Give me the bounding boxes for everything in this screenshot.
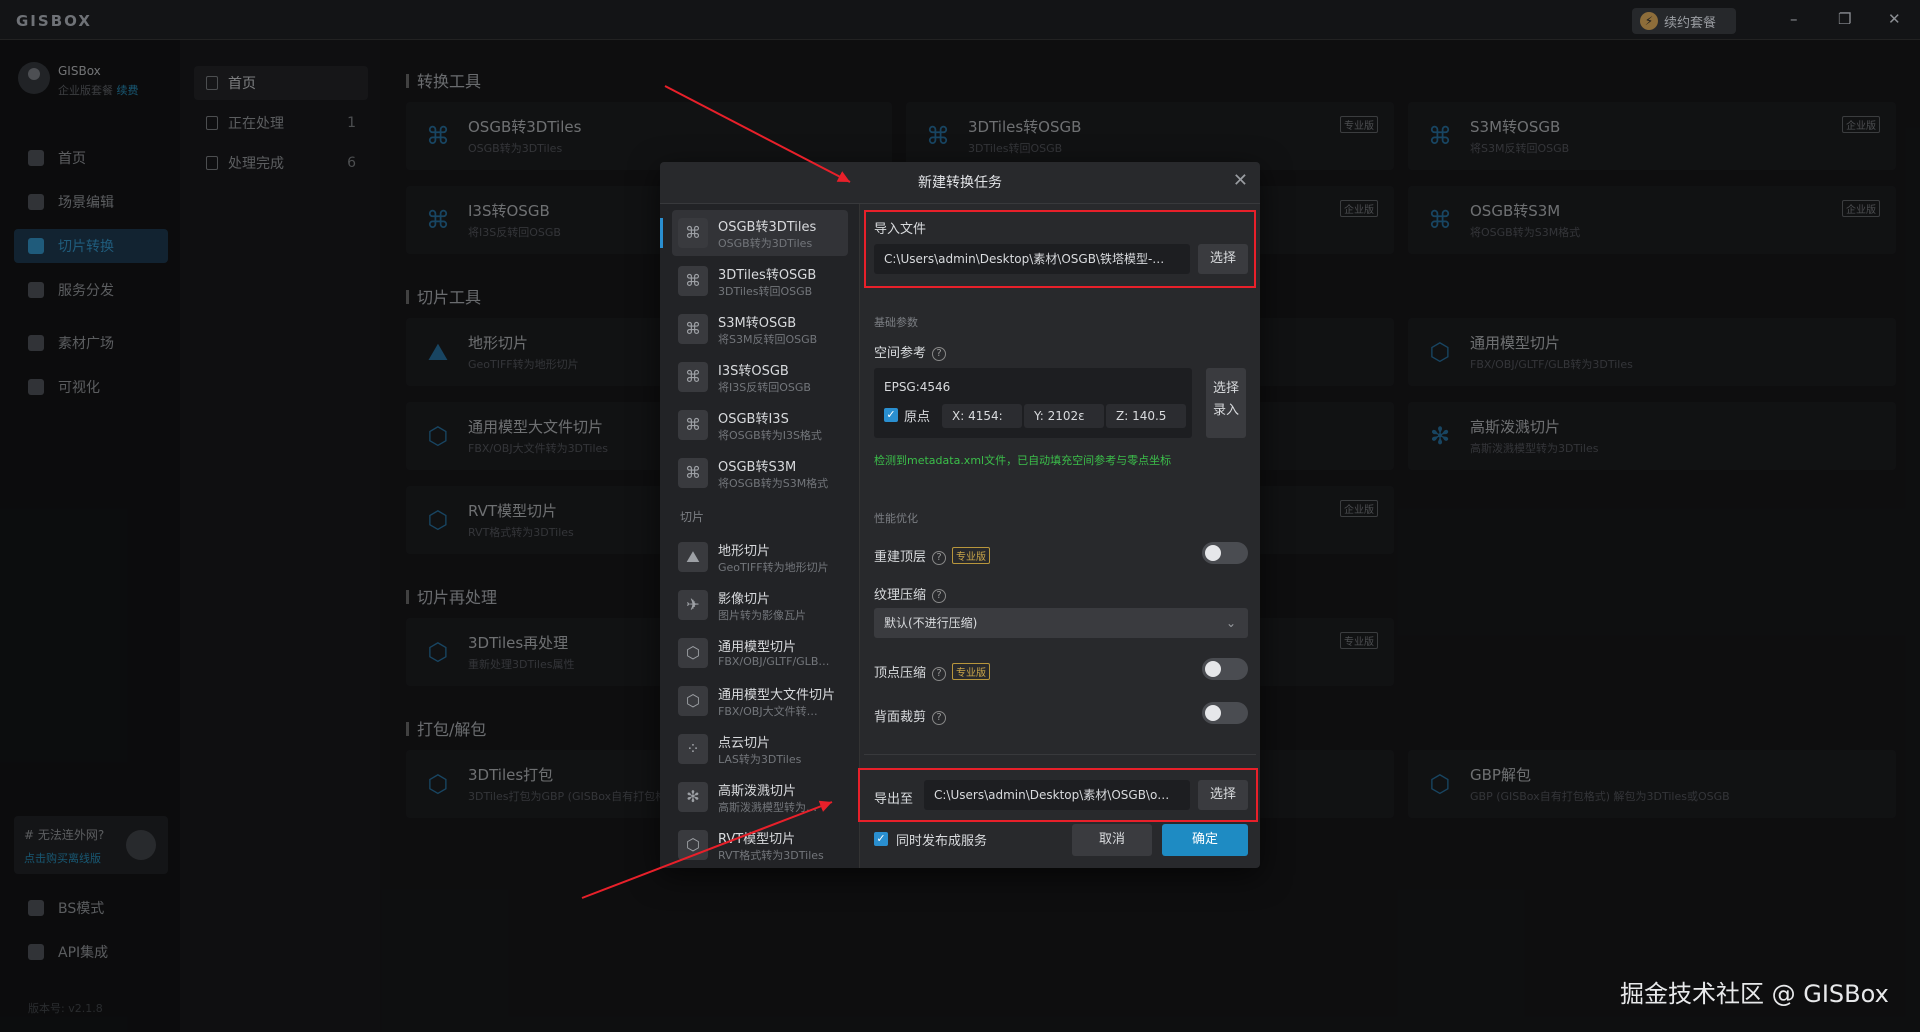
arrow-to-export [581, 800, 833, 899]
annotation-arrows [581, 85, 851, 899]
arrow-to-import [664, 85, 851, 183]
watermark: 掘金技术社区 @ GISBox [1620, 980, 1889, 1008]
